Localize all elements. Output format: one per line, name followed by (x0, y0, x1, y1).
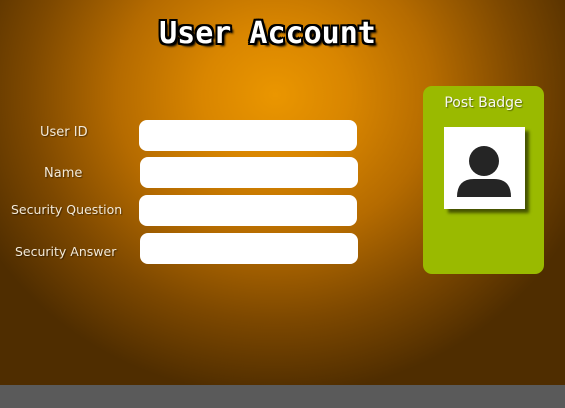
security-answer-field[interactable] (140, 233, 358, 264)
security-question-field[interactable] (139, 195, 357, 226)
user-id-label: User ID (40, 125, 88, 140)
security-answer-label: Security Answer (15, 244, 117, 259)
badge-title: Post Badge (444, 95, 523, 111)
user-id-field[interactable] (139, 120, 357, 151)
user-silhouette-icon (457, 146, 511, 197)
badge-photo[interactable] (444, 127, 525, 209)
name-field[interactable] (140, 157, 358, 188)
page-title: User Account (159, 16, 376, 51)
security-question-label: Security Question (11, 202, 123, 217)
account-screen: User Account User ID Name Security Quest… (0, 0, 565, 385)
name-label: Name (44, 166, 83, 181)
bottom-bar (0, 385, 565, 408)
post-badge-panel: Post Badge (423, 86, 544, 274)
